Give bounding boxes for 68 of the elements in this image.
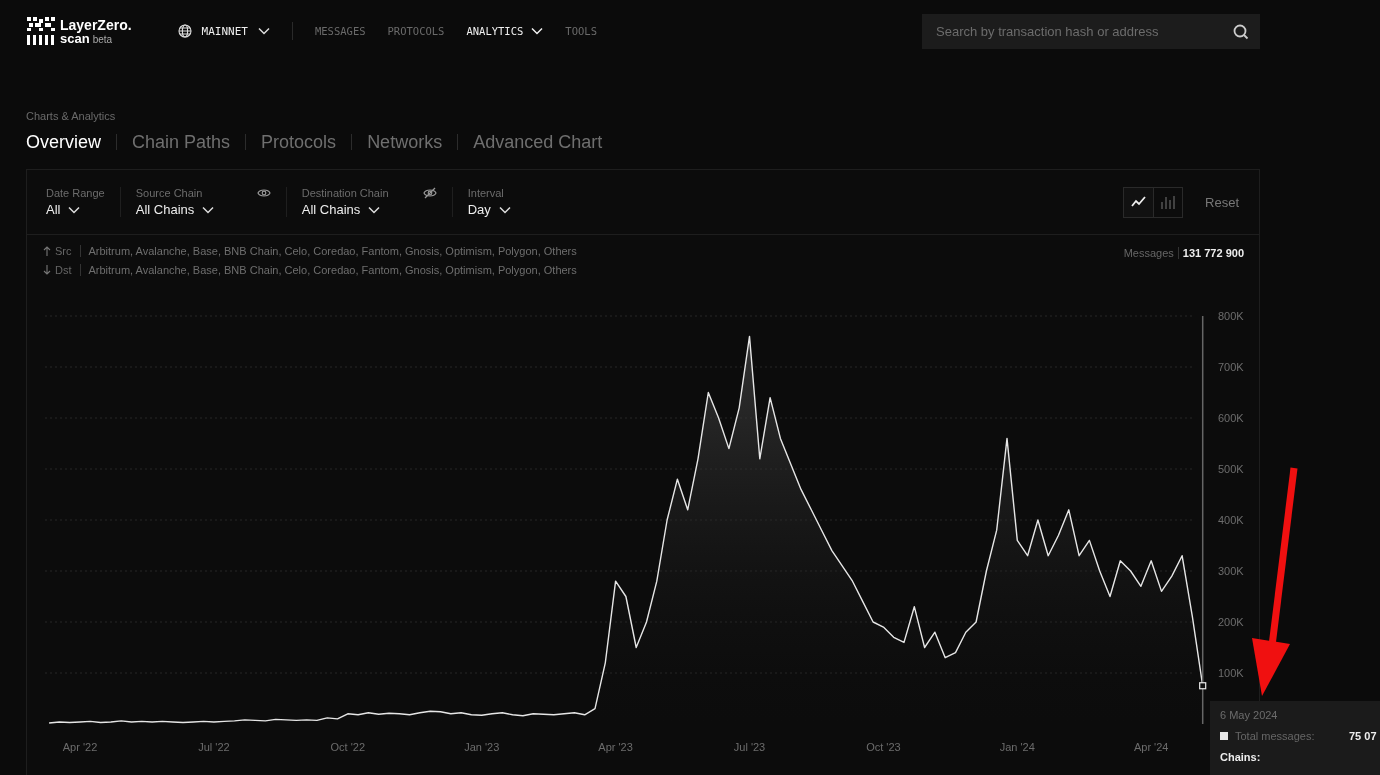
tooltip-value: 75 07 xyxy=(1349,730,1377,742)
tooltip-chains-label: Chains: xyxy=(1220,751,1262,763)
y-axis-label: 600K xyxy=(1218,412,1244,424)
arrow-up-icon xyxy=(43,246,51,256)
chain-direction-label: Src xyxy=(55,245,72,257)
tooltip-label: Total messages: xyxy=(1235,730,1316,742)
x-axis-label: Oct '23 xyxy=(866,741,901,753)
x-axis-label: Jan '23 xyxy=(464,741,500,753)
filter-label: Date Range xyxy=(46,187,105,199)
chevron-down-icon xyxy=(257,27,270,35)
filter-label: Interval xyxy=(467,187,504,199)
tab[interactable]: Protocols xyxy=(261,131,337,153)
chevron-down-icon xyxy=(531,27,544,35)
breadcrumb: Charts & Analytics xyxy=(26,110,117,122)
x-axis-label: Apr '23 xyxy=(598,741,633,753)
eye-icon[interactable] xyxy=(256,188,271,198)
logo-icon xyxy=(26,16,56,46)
search-icon[interactable] xyxy=(1233,23,1249,40)
reset-button[interactable]: Reset xyxy=(1205,194,1239,210)
bar-chart-icon xyxy=(1160,195,1177,209)
tab[interactable]: Overview xyxy=(26,131,101,153)
logo-name: LayerZero. xyxy=(60,17,132,32)
y-axis-label: 400K xyxy=(1218,514,1244,526)
chevron-down-icon xyxy=(368,205,381,214)
y-axis-label: 700K xyxy=(1218,361,1244,373)
tooltip-date: 6 May 2024 xyxy=(1220,709,1279,721)
chain-direction-label: Dst xyxy=(55,264,72,276)
x-axis-label: Jan '24 xyxy=(999,741,1035,753)
x-axis-label: Jul '22 xyxy=(198,741,230,753)
nav-link[interactable]: PROTOCOLS xyxy=(387,25,445,37)
filter-label: Source Chain xyxy=(135,187,203,199)
messages-count: 131 772 900 xyxy=(1182,247,1244,259)
tab[interactable]: Advanced Chart xyxy=(473,131,603,153)
legend-square-icon xyxy=(1220,732,1228,740)
y-axis-label: 300K xyxy=(1218,565,1244,577)
network-selector[interactable]: MAINNET xyxy=(177,24,270,38)
beta-label: beta xyxy=(92,34,113,45)
filter-dropdown[interactable]: All Chains xyxy=(135,202,271,217)
y-axis-label: 800K xyxy=(1218,310,1244,322)
messages-label: Messages xyxy=(1123,247,1174,259)
y-axis-label: 100K xyxy=(1218,667,1244,679)
filter-dropdown[interactable]: All Chains xyxy=(301,202,437,217)
tab[interactable]: Networks xyxy=(367,131,443,153)
filter-dropdown[interactable]: All xyxy=(46,202,105,217)
nav-link[interactable]: MESSAGES xyxy=(314,25,366,37)
search-field[interactable]: Search by transaction hash or address xyxy=(922,13,1260,49)
chevron-down-icon xyxy=(498,205,511,214)
y-axis-label: 200K xyxy=(1218,616,1244,628)
filter-label: Destination Chain xyxy=(301,187,389,199)
filter-dropdown[interactable]: Day xyxy=(467,202,511,217)
globe-icon xyxy=(177,24,192,38)
x-axis-label: Jul '23 xyxy=(733,741,766,753)
nav-link[interactable]: ANALYTICS xyxy=(466,25,544,37)
tab[interactable]: Chain Paths xyxy=(132,131,231,153)
chevron-down-icon xyxy=(202,205,215,214)
chain-list: Arbitrum, Avalanche, Base, BNB Chain, Celo, Coredao, Fantom, Gnosis, Optimism, Polygon, Others xyxy=(88,245,577,257)
line-chart-button[interactable] xyxy=(1124,187,1154,217)
x-axis-label: Apr '22 xyxy=(62,741,98,753)
eye-off-icon[interactable] xyxy=(422,187,437,199)
chain-list: Arbitrum, Avalanche, Base, BNB Chain, Celo, Coredao, Fantom, Gnosis, Optimism, Polygon, Others xyxy=(88,264,577,276)
x-axis-label: Oct '22 xyxy=(330,741,366,753)
y-axis-label: 500K xyxy=(1218,463,1244,475)
chevron-down-icon xyxy=(68,205,81,214)
hover-point xyxy=(1199,682,1207,690)
nav-link[interactable]: TOOLS xyxy=(565,25,597,37)
arrow-down-icon xyxy=(43,265,51,275)
line-chart-icon xyxy=(1130,196,1147,208)
x-axis-label: Apr '24 xyxy=(1133,741,1169,753)
